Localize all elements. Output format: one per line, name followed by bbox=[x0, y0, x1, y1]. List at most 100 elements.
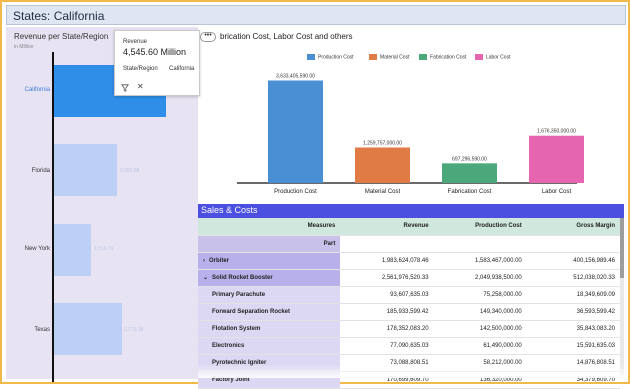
row-label-text: Orbiter bbox=[209, 257, 230, 264]
legend-swatch bbox=[419, 54, 427, 60]
legend-label: Fabrication Cost bbox=[430, 54, 467, 61]
left-chart-title: Revenue per State/Region bbox=[14, 32, 109, 41]
row-label-text: Solid Rocket Booster bbox=[212, 275, 273, 281]
part-dimension-label[interactable]: Part bbox=[198, 235, 341, 253]
column-header-production-cost[interactable]: Production Cost bbox=[433, 218, 527, 236]
cost-chart-title: brication Cost, Labor Cost and others bbox=[220, 32, 353, 41]
filter-icon[interactable] bbox=[121, 84, 129, 92]
legend-label: Labor Cost bbox=[486, 54, 511, 61]
data-label: 3,633,405,590.00 bbox=[276, 74, 315, 80]
table-row[interactable]: Flotation System 178,352,083.20 142,500,00… bbox=[198, 320, 620, 338]
row-label[interactable]: Electronics bbox=[198, 337, 341, 355]
legend-item-fabrication[interactable]: Fabrication Cost bbox=[419, 54, 466, 60]
sales-costs-title: Sales & Costs bbox=[201, 205, 258, 215]
category-tick-label: Material Cost bbox=[365, 189, 401, 195]
column-header-measures[interactable]: Measures bbox=[198, 218, 341, 236]
part-dimension-spacer bbox=[340, 235, 620, 253]
table-row[interactable]: Primary Parachute 93,607,635.03 75,258,000… bbox=[198, 286, 620, 304]
category-tick-label: Labor Cost bbox=[542, 189, 572, 195]
row-label-text: Forward Separation Rocket bbox=[212, 308, 291, 315]
table-scrollbar[interactable] bbox=[620, 218, 624, 376]
scrollbar-thumb[interactable] bbox=[620, 218, 624, 278]
row-label-text: Primary Parachute bbox=[212, 291, 266, 298]
table-cell[interactable]: 15,591,635.03 bbox=[526, 337, 620, 355]
state-label-texas[interactable]: Texas bbox=[10, 327, 50, 333]
table-header-row: Measures Revenue Production Cost Gross M… bbox=[198, 218, 620, 236]
bar-value-texas: 2,779.18 bbox=[124, 327, 144, 333]
table-cell[interactable]: 512,038,020.33 bbox=[526, 269, 620, 287]
data-label: 697,296,590.00 bbox=[452, 156, 487, 162]
data-label: 1,259,757,000.00 bbox=[363, 140, 402, 146]
table-cell[interactable]: 149,340,000.00 bbox=[433, 303, 527, 321]
legend-swatch bbox=[369, 54, 377, 60]
table-cell[interactable]: 1,583,467,000.00 bbox=[433, 252, 527, 270]
table-cell[interactable]: 185,933,599.42 bbox=[340, 303, 434, 321]
table-cell[interactable]: 178,352,083.20 bbox=[340, 320, 434, 338]
table-row[interactable]: Forward Separation Rocket 185,933,599.42 1… bbox=[198, 303, 620, 321]
row-label[interactable]: › Orbiter bbox=[198, 252, 341, 270]
table-fade bbox=[198, 364, 624, 378]
state-bar-texas[interactable] bbox=[54, 303, 122, 355]
chart-tooltip: Revenue 4,545.60 Million State/Region Ca… bbox=[114, 30, 200, 96]
bar-material-cost[interactable] bbox=[355, 147, 410, 183]
tooltip-dimension-label: State/Region bbox=[123, 66, 158, 72]
bar-value-new-york: 1,516.79 bbox=[94, 246, 114, 252]
table-cell[interactable]: 35,843,083.20 bbox=[526, 320, 620, 338]
row-label-text: Electronics bbox=[212, 342, 245, 349]
row-label[interactable]: ⌄ Solid Rocket Booster bbox=[198, 269, 341, 287]
row-label[interactable]: Forward Separation Rocket bbox=[198, 303, 341, 321]
story-title: States: California bbox=[13, 9, 105, 23]
table-cell[interactable]: 142,500,000.00 bbox=[433, 320, 527, 338]
story-title-bar: States: California bbox=[6, 5, 626, 25]
tooltip-measure: Revenue bbox=[123, 39, 148, 45]
table-row[interactable]: ⌄ Solid Rocket Booster 2,561,976,520.33 2,0… bbox=[198, 269, 620, 287]
column-header-revenue[interactable]: Revenue bbox=[340, 218, 434, 236]
category-tick-label: Fabrication Cost bbox=[448, 189, 492, 195]
app-frame: States: California Revenue per State/Reg… bbox=[0, 0, 630, 389]
legend-swatch bbox=[475, 54, 483, 60]
table-cell[interactable]: 18,349,609.09 bbox=[526, 286, 620, 304]
bar-fabrication-cost[interactable] bbox=[442, 163, 497, 183]
state-label-california[interactable]: California bbox=[10, 87, 50, 93]
sales-costs-header: Sales & Costs bbox=[198, 204, 624, 218]
column-header-gross-margin[interactable]: Gross Margin bbox=[526, 218, 620, 236]
state-label-florida[interactable]: Florida bbox=[10, 168, 50, 174]
cost-bar-chart: 3,633,405,590.00 Production Cost 1,259,757… bbox=[237, 74, 584, 195]
table-cell[interactable]: 75,258,000.00 bbox=[433, 286, 527, 304]
tooltip-dimension-value: California bbox=[169, 66, 195, 72]
close-icon[interactable]: ✕ bbox=[137, 82, 144, 91]
bar-production-cost[interactable] bbox=[268, 80, 323, 183]
row-label[interactable]: Flotation System bbox=[198, 320, 341, 338]
table-cell[interactable]: 2,561,976,520.33 bbox=[340, 269, 434, 287]
tooltip-value: 4,545.60 Million bbox=[123, 47, 187, 57]
row-label-text: Flotation System bbox=[212, 325, 261, 332]
bar-value-florida: 2,555.86 bbox=[120, 168, 140, 174]
table-row[interactable]: Electronics 77,090,635.03 61,490,000.00 15,… bbox=[198, 337, 620, 355]
table-cell[interactable]: 77,090,635.03 bbox=[340, 337, 434, 355]
table-cell[interactable]: 93,607,635.03 bbox=[340, 286, 434, 304]
table-row[interactable]: › Orbiter 1,983,624,078.46 1,583,467,000.00… bbox=[198, 252, 620, 270]
expand-icon[interactable]: › bbox=[203, 258, 205, 264]
legend-item-labor[interactable]: Labor Cost bbox=[475, 54, 510, 60]
state-bar-new-york[interactable] bbox=[54, 224, 91, 276]
table-cell[interactable]: 1,983,624,078.46 bbox=[340, 252, 434, 270]
legend-swatch bbox=[307, 54, 315, 60]
state-label-new-york[interactable]: New York bbox=[10, 246, 50, 252]
legend-label: Production Cost bbox=[318, 54, 354, 61]
table-cell[interactable]: 36,593,599.42 bbox=[526, 303, 620, 321]
table-cell[interactable]: 400,156,989.46 bbox=[526, 252, 620, 270]
legend-item-production[interactable]: Production Cost bbox=[307, 54, 354, 60]
table-cell[interactable]: 2,049,938,500.00 bbox=[433, 269, 527, 287]
part-dimension-row: Part bbox=[198, 235, 620, 253]
table-cell[interactable]: 61,490,000.00 bbox=[433, 337, 527, 355]
expand-icon[interactable]: ⌄ bbox=[203, 275, 208, 281]
row-label[interactable]: Primary Parachute bbox=[198, 286, 341, 304]
category-tick-label: Production Cost bbox=[274, 189, 317, 195]
bar-labor-cost[interactable] bbox=[529, 135, 584, 183]
left-chart-subtitle: in Million bbox=[14, 44, 34, 50]
data-label: 1,676,350,000.00 bbox=[537, 129, 576, 135]
legend-label: Material Cost bbox=[380, 54, 410, 61]
legend-item-material[interactable]: Material Cost bbox=[369, 54, 409, 60]
state-bar-florida[interactable] bbox=[54, 144, 117, 196]
more-actions-button[interactable]: ••• bbox=[200, 32, 216, 42]
